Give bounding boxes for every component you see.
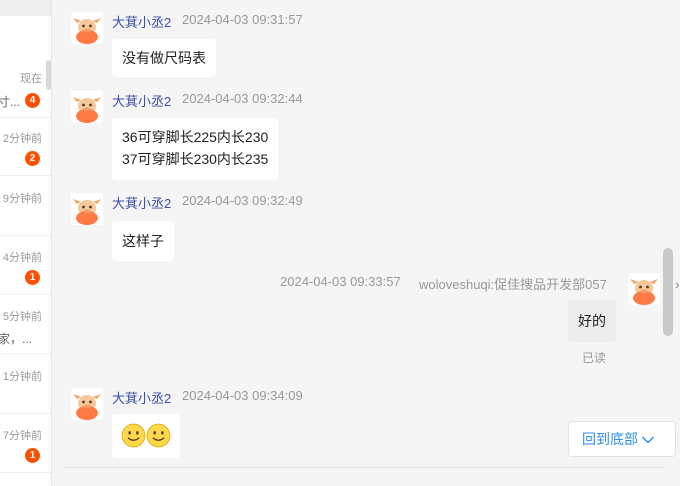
conversation-item[interactable]: 4分钟前 1: [0, 237, 51, 295]
self-sender-name: woloveshuqi:促佳搜品开发部057: [419, 277, 607, 292]
sender-name[interactable]: 大萁小丞2: [112, 12, 171, 31]
conversation-list-header: [0, 0, 51, 16]
scroll-to-bottom-label: 回到底部: [582, 431, 638, 447]
slightly-smiling-face-icon: [146, 423, 171, 448]
conversation-time: 现在: [20, 73, 42, 85]
chevron-right-icon[interactable]: ›: [675, 276, 680, 292]
unread-badge: 1: [25, 448, 40, 463]
cow-avatar-icon[interactable]: [71, 12, 103, 44]
message-text: 没有做尺码表: [122, 50, 206, 66]
message-bubble[interactable]: 没有做尺码表: [112, 39, 216, 77]
sender-name[interactable]: 大萁小丞2: [112, 388, 171, 407]
conversation-item[interactable]: 现在 寸... 4: [0, 60, 51, 118]
chat-scrollbar[interactable]: [663, 248, 673, 336]
cow-avatar-icon[interactable]: [71, 193, 103, 225]
read-status: 已读: [582, 351, 607, 365]
message-text: 这样子: [122, 233, 164, 249]
conversation-item[interactable]: 1分钟前: [0, 356, 51, 414]
conversation-time: 4分钟前: [2, 252, 42, 264]
sender-name[interactable]: 大萁小丞2: [112, 91, 171, 110]
conversation-snippet: 寸...: [0, 95, 21, 109]
unread-badge: 4: [25, 93, 40, 108]
conversation-time: 1分钟前: [2, 371, 42, 383]
message-time: 2024-04-03 09:33:57: [280, 274, 401, 289]
message-bubble[interactable]: 36可穿脚长225内长230 37可穿脚长230内长235: [112, 118, 279, 180]
message-time: 2024-04-03 09:34:09: [182, 388, 303, 403]
conversation-time: 2分钟前: [2, 133, 42, 145]
message-bubble[interactable]: 这样子: [112, 221, 174, 261]
conversation-list: 现在 寸... 4 2分钟前 2 9分钟前 4分钟前 1 5分钟前 家，... …: [0, 0, 52, 486]
chevron-down-icon: [642, 437, 654, 444]
message-time: 2024-04-03 09:31:57: [182, 12, 303, 27]
conversation-item[interactable]: 9分钟前: [0, 178, 51, 236]
conversation-time: 9分钟前: [2, 193, 42, 205]
conversation-item[interactable]: 7分钟前 1: [0, 415, 51, 473]
conversation-time: 7分钟前: [2, 430, 42, 442]
cow-avatar-icon[interactable]: [71, 91, 103, 123]
message-bubble[interactable]: [112, 414, 180, 458]
slightly-smiling-face-icon: [121, 423, 146, 448]
chat-message-area: 大萁小丞2 2024-04-03 09:31:57 没有做尺码表 大萁小丞2 2…: [53, 0, 680, 486]
conversation-time: 5分钟前: [2, 311, 42, 323]
sender-name[interactable]: 大萁小丞2: [112, 193, 171, 212]
unread-badge: 1: [25, 270, 40, 285]
message-bubble[interactable]: 好的: [568, 300, 616, 342]
scroll-to-bottom-button[interactable]: 回到底部: [568, 421, 676, 457]
message-time: 2024-04-03 09:32:44: [182, 91, 303, 106]
cow-avatar-icon[interactable]: [71, 388, 103, 420]
conversation-snippet: 家，...: [0, 332, 33, 346]
message-text-line: 37可穿脚长230内长235: [122, 151, 269, 167]
message-text-line: 36可穿脚长225内长230: [122, 129, 269, 145]
cow-avatar-icon[interactable]: [628, 273, 660, 305]
conversation-item[interactable]: 2分钟前 2: [0, 118, 51, 176]
input-divider: [63, 467, 665, 468]
message-text: 好的: [578, 313, 606, 329]
unread-badge: 2: [25, 151, 40, 166]
message-time: 2024-04-03 09:32:49: [182, 193, 303, 208]
conversation-item[interactable]: 5分钟前 家，...: [0, 296, 51, 354]
